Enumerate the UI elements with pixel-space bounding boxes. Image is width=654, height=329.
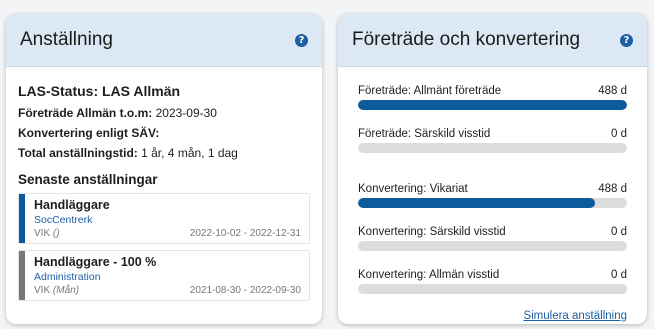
card-color-bar xyxy=(19,251,25,300)
card-dates: 2021-08-30 - 2022-09-30 xyxy=(189,285,301,296)
stat-value: 488 d xyxy=(598,183,627,195)
card-unit-link[interactable]: SocCentrerk xyxy=(34,214,301,226)
card-details: VIK () 2022-10-02 - 2022-12-31 xyxy=(34,228,301,239)
card-type-note: (Mån) xyxy=(52,285,80,296)
stat-label: Konvertering: Allmän visstid xyxy=(358,269,500,281)
preference-panel-header: Företräde och konvertering ? xyxy=(338,14,647,67)
card-details: VIK (Mån) 2021-08-30 - 2022-09-30 xyxy=(34,285,301,296)
stat-label: Konvertering: Särskild visstid xyxy=(358,226,506,238)
info-line-total-time: Total anställningstid: 1 år, 4 mån, 1 da… xyxy=(18,146,310,160)
help-icon[interactable]: ? xyxy=(620,33,633,47)
stat-sarskild-konvertering: Konvertering: Särskild visstid 0 d xyxy=(358,226,627,251)
card-type-note: () xyxy=(52,228,60,239)
preference-conversion-panel: Företräde och konvertering ? Företräde: … xyxy=(338,14,647,324)
stat-allman-foretrade: Företräde: Allmänt företräde 488 d xyxy=(358,85,627,110)
info-line-preference: Företräde Allmän t.o.m: 2023-09-30 xyxy=(18,106,310,120)
progress-fill xyxy=(358,198,595,208)
help-icon[interactable]: ? xyxy=(295,33,308,47)
employment-panel-header: Anställning ? xyxy=(6,14,322,67)
stat-sarskild-foretrade: Företräde: Särskild visstid 0 d xyxy=(358,128,627,153)
info-line-conversion: Konvertering enligt SÄV: xyxy=(18,126,310,140)
section-title: Senaste anställningar xyxy=(18,172,158,187)
info-label: Företräde Allmän t.o.m: xyxy=(18,106,153,120)
panel-title: Anställning xyxy=(20,29,113,50)
progress-track xyxy=(358,143,627,153)
panel-title: Företräde och konvertering xyxy=(352,29,581,50)
card-type-label: VIK xyxy=(34,228,51,239)
card-title: Handläggare - 100 % xyxy=(34,255,157,269)
stat-label: Konvertering: Vikariat xyxy=(358,183,468,195)
progress-fill xyxy=(358,100,627,110)
las-status: LAS-Status: LAS Allmän xyxy=(18,83,181,99)
card-type: VIK () xyxy=(34,228,60,239)
progress-track xyxy=(358,100,627,110)
employment-card[interactable]: Handläggare SocCentrerk VIK () 2022-10-0… xyxy=(18,193,310,244)
progress-track xyxy=(358,198,627,208)
stat-label: Företräde: Särskild visstid xyxy=(358,128,491,140)
progress-track xyxy=(358,241,627,251)
card-dates: 2022-10-02 - 2022-12-31 xyxy=(189,228,301,239)
info-value: 2023-09-30 xyxy=(155,106,217,120)
info-label: Konvertering enligt SÄV: xyxy=(18,126,160,140)
card-unit-link[interactable]: Administration xyxy=(34,271,301,283)
card-type: VIK (Mån) xyxy=(34,285,79,296)
stat-vikariat: Konvertering: Vikariat 488 d xyxy=(358,183,627,208)
stat-value: 0 d xyxy=(611,128,627,140)
stat-value: 0 d xyxy=(611,226,627,238)
card-title: Handläggare xyxy=(34,198,110,212)
simulate-employment-link[interactable]: Simulera anställning xyxy=(358,310,627,322)
stat-value: 0 d xyxy=(611,269,627,281)
info-value: 1 år, 4 mån, 1 dag xyxy=(141,146,238,160)
employment-panel: Anställning ? LAS-Status: LAS Allmän För… xyxy=(6,14,322,324)
card-color-bar xyxy=(19,194,25,243)
progress-track xyxy=(358,284,627,294)
employment-card[interactable]: Handläggare - 100 % Administration VIK (… xyxy=(18,250,310,301)
stat-allman-konvertering: Konvertering: Allmän visstid 0 d xyxy=(358,269,627,294)
stat-value: 488 d xyxy=(598,85,627,97)
stat-label: Företräde: Allmänt företräde xyxy=(358,85,502,97)
info-label: Total anställningstid: xyxy=(18,146,138,160)
card-type-label: VIK xyxy=(34,285,51,296)
